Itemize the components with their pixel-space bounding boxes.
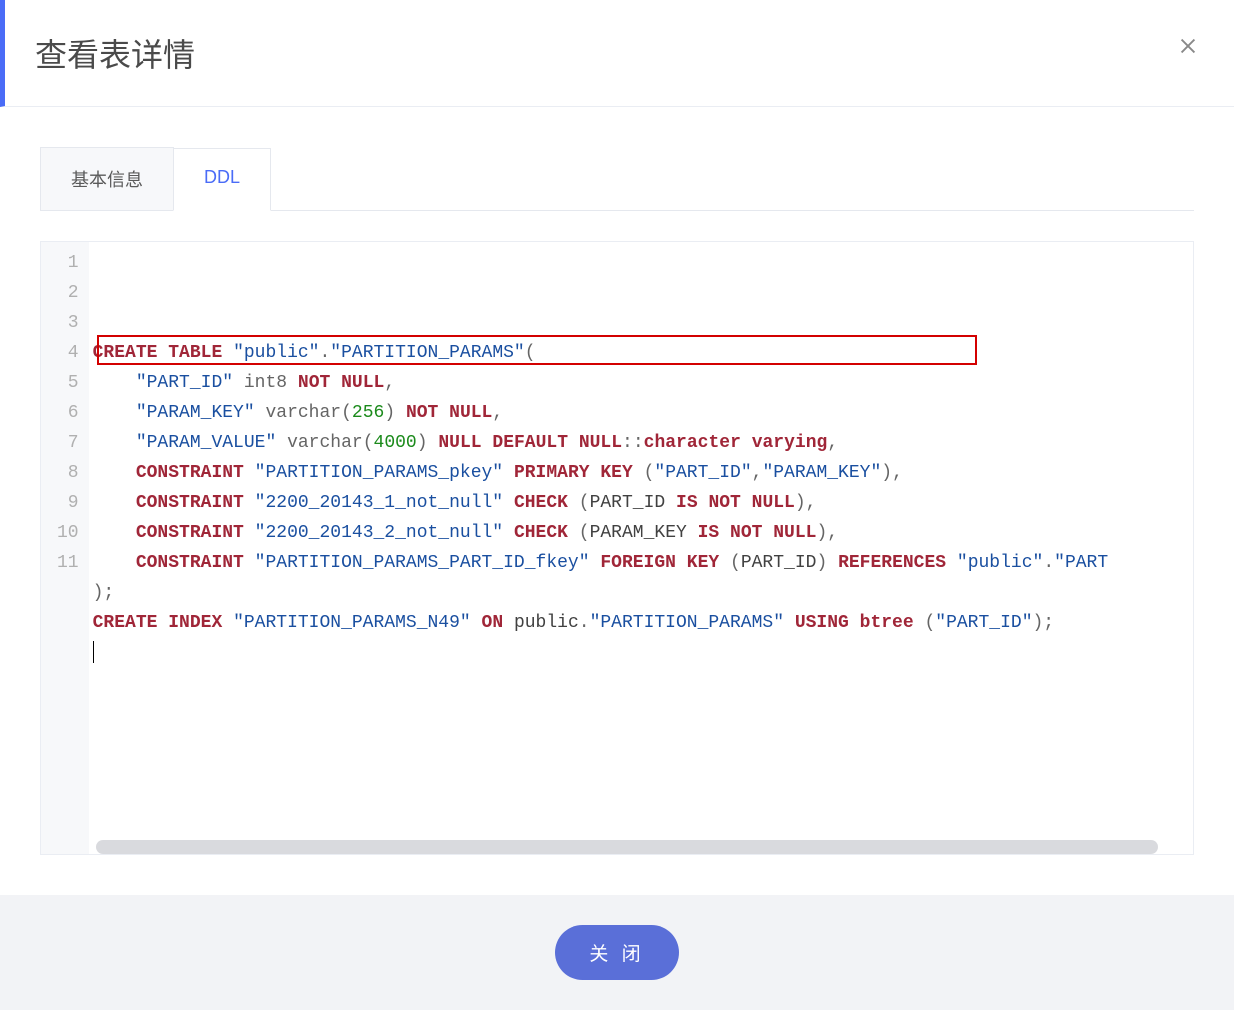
line-number: 10 [57,518,79,548]
code-line[interactable]: CONSTRAINT "2200_20143_1_not_null" CHECK… [93,488,1193,518]
line-number: 1 [57,248,79,278]
code-area[interactable]: CREATE TABLE "public"."PARTITION_PARAMS"… [89,242,1193,854]
modal-footer: 关 闭 [0,895,1234,1010]
modal-header: 查看表详情 [0,0,1234,107]
line-number: 8 [57,458,79,488]
code-line[interactable]: ); [93,578,1193,608]
line-number: 6 [57,398,79,428]
code-line[interactable]: "PARAM_VALUE" varchar(4000) NULL DEFAULT… [93,428,1193,458]
tab-bar: 基本信息 DDL [40,147,1194,211]
code-line[interactable]: "PARAM_KEY" varchar(256) NOT NULL, [93,398,1193,428]
line-number: 11 [57,548,79,578]
code-editor[interactable]: 1234567891011 CREATE TABLE "public"."PAR… [40,241,1194,855]
line-number: 7 [57,428,79,458]
code-line[interactable]: CREATE INDEX "PARTITION_PARAMS_N49" ON p… [93,608,1193,638]
tab-ddl[interactable]: DDL [173,148,271,211]
tab-basic-info[interactable]: 基本信息 [40,147,174,210]
modal-content: 基本信息 DDL 1234567891011 CREATE TABLE "pub… [0,107,1234,895]
line-gutter: 1234567891011 [41,242,89,854]
line-number: 4 [57,338,79,368]
code-line[interactable]: CONSTRAINT "PARTITION_PARAMS_pkey" PRIMA… [93,458,1193,488]
code-line[interactable]: CONSTRAINT "PARTITION_PARAMS_PART_ID_fke… [93,548,1193,578]
code-line[interactable]: CONSTRAINT "2200_20143_2_not_null" CHECK… [93,518,1193,548]
code-line[interactable]: CREATE TABLE "public"."PARTITION_PARAMS"… [93,338,1193,368]
line-number: 9 [57,488,79,518]
line-number: 2 [57,278,79,308]
code-line[interactable]: "PART_ID" int8 NOT NULL, [93,368,1193,398]
code-line[interactable] [93,638,1193,668]
close-icon[interactable] [1172,30,1204,62]
line-number: 5 [57,368,79,398]
close-button[interactable]: 关 闭 [555,925,678,980]
horizontal-scrollbar[interactable] [96,840,1158,854]
modal-title: 查看表详情 [35,30,1234,76]
line-number: 3 [57,308,79,338]
